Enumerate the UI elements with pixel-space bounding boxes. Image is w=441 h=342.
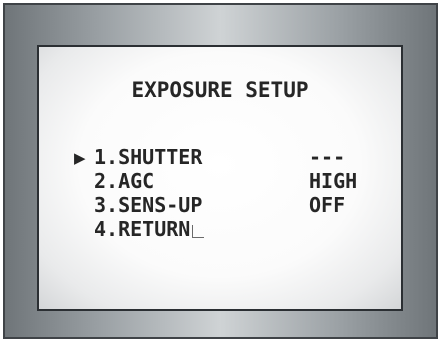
menu-item-agc[interactable]: 2.AGC <box>94 171 154 191</box>
enter-return-icon <box>192 225 205 238</box>
osd-screen: EXPOSURE SETUP ▶ 1.SHUTTER --- 2.AGC HIG… <box>37 45 403 311</box>
menu-item-shutter[interactable]: 1.SHUTTER <box>94 147 202 167</box>
selection-cursor-icon: ▶ <box>74 149 86 167</box>
menu-item-return-label: 4.RETURN <box>94 217 191 241</box>
menu-value-shutter[interactable]: --- <box>309 147 345 167</box>
menu-item-return[interactable]: 4.RETURN <box>94 217 205 241</box>
menu-value-sens-up[interactable]: OFF <box>309 195 345 215</box>
monitor-frame: EXPOSURE SETUP ▶ 1.SHUTTER --- 2.AGC HIG… <box>3 3 438 339</box>
menu-value-agc[interactable]: HIGH <box>309 171 357 191</box>
menu-item-sens-up[interactable]: 3.SENS-UP <box>94 195 202 215</box>
menu-title: EXPOSURE SETUP <box>131 78 309 102</box>
